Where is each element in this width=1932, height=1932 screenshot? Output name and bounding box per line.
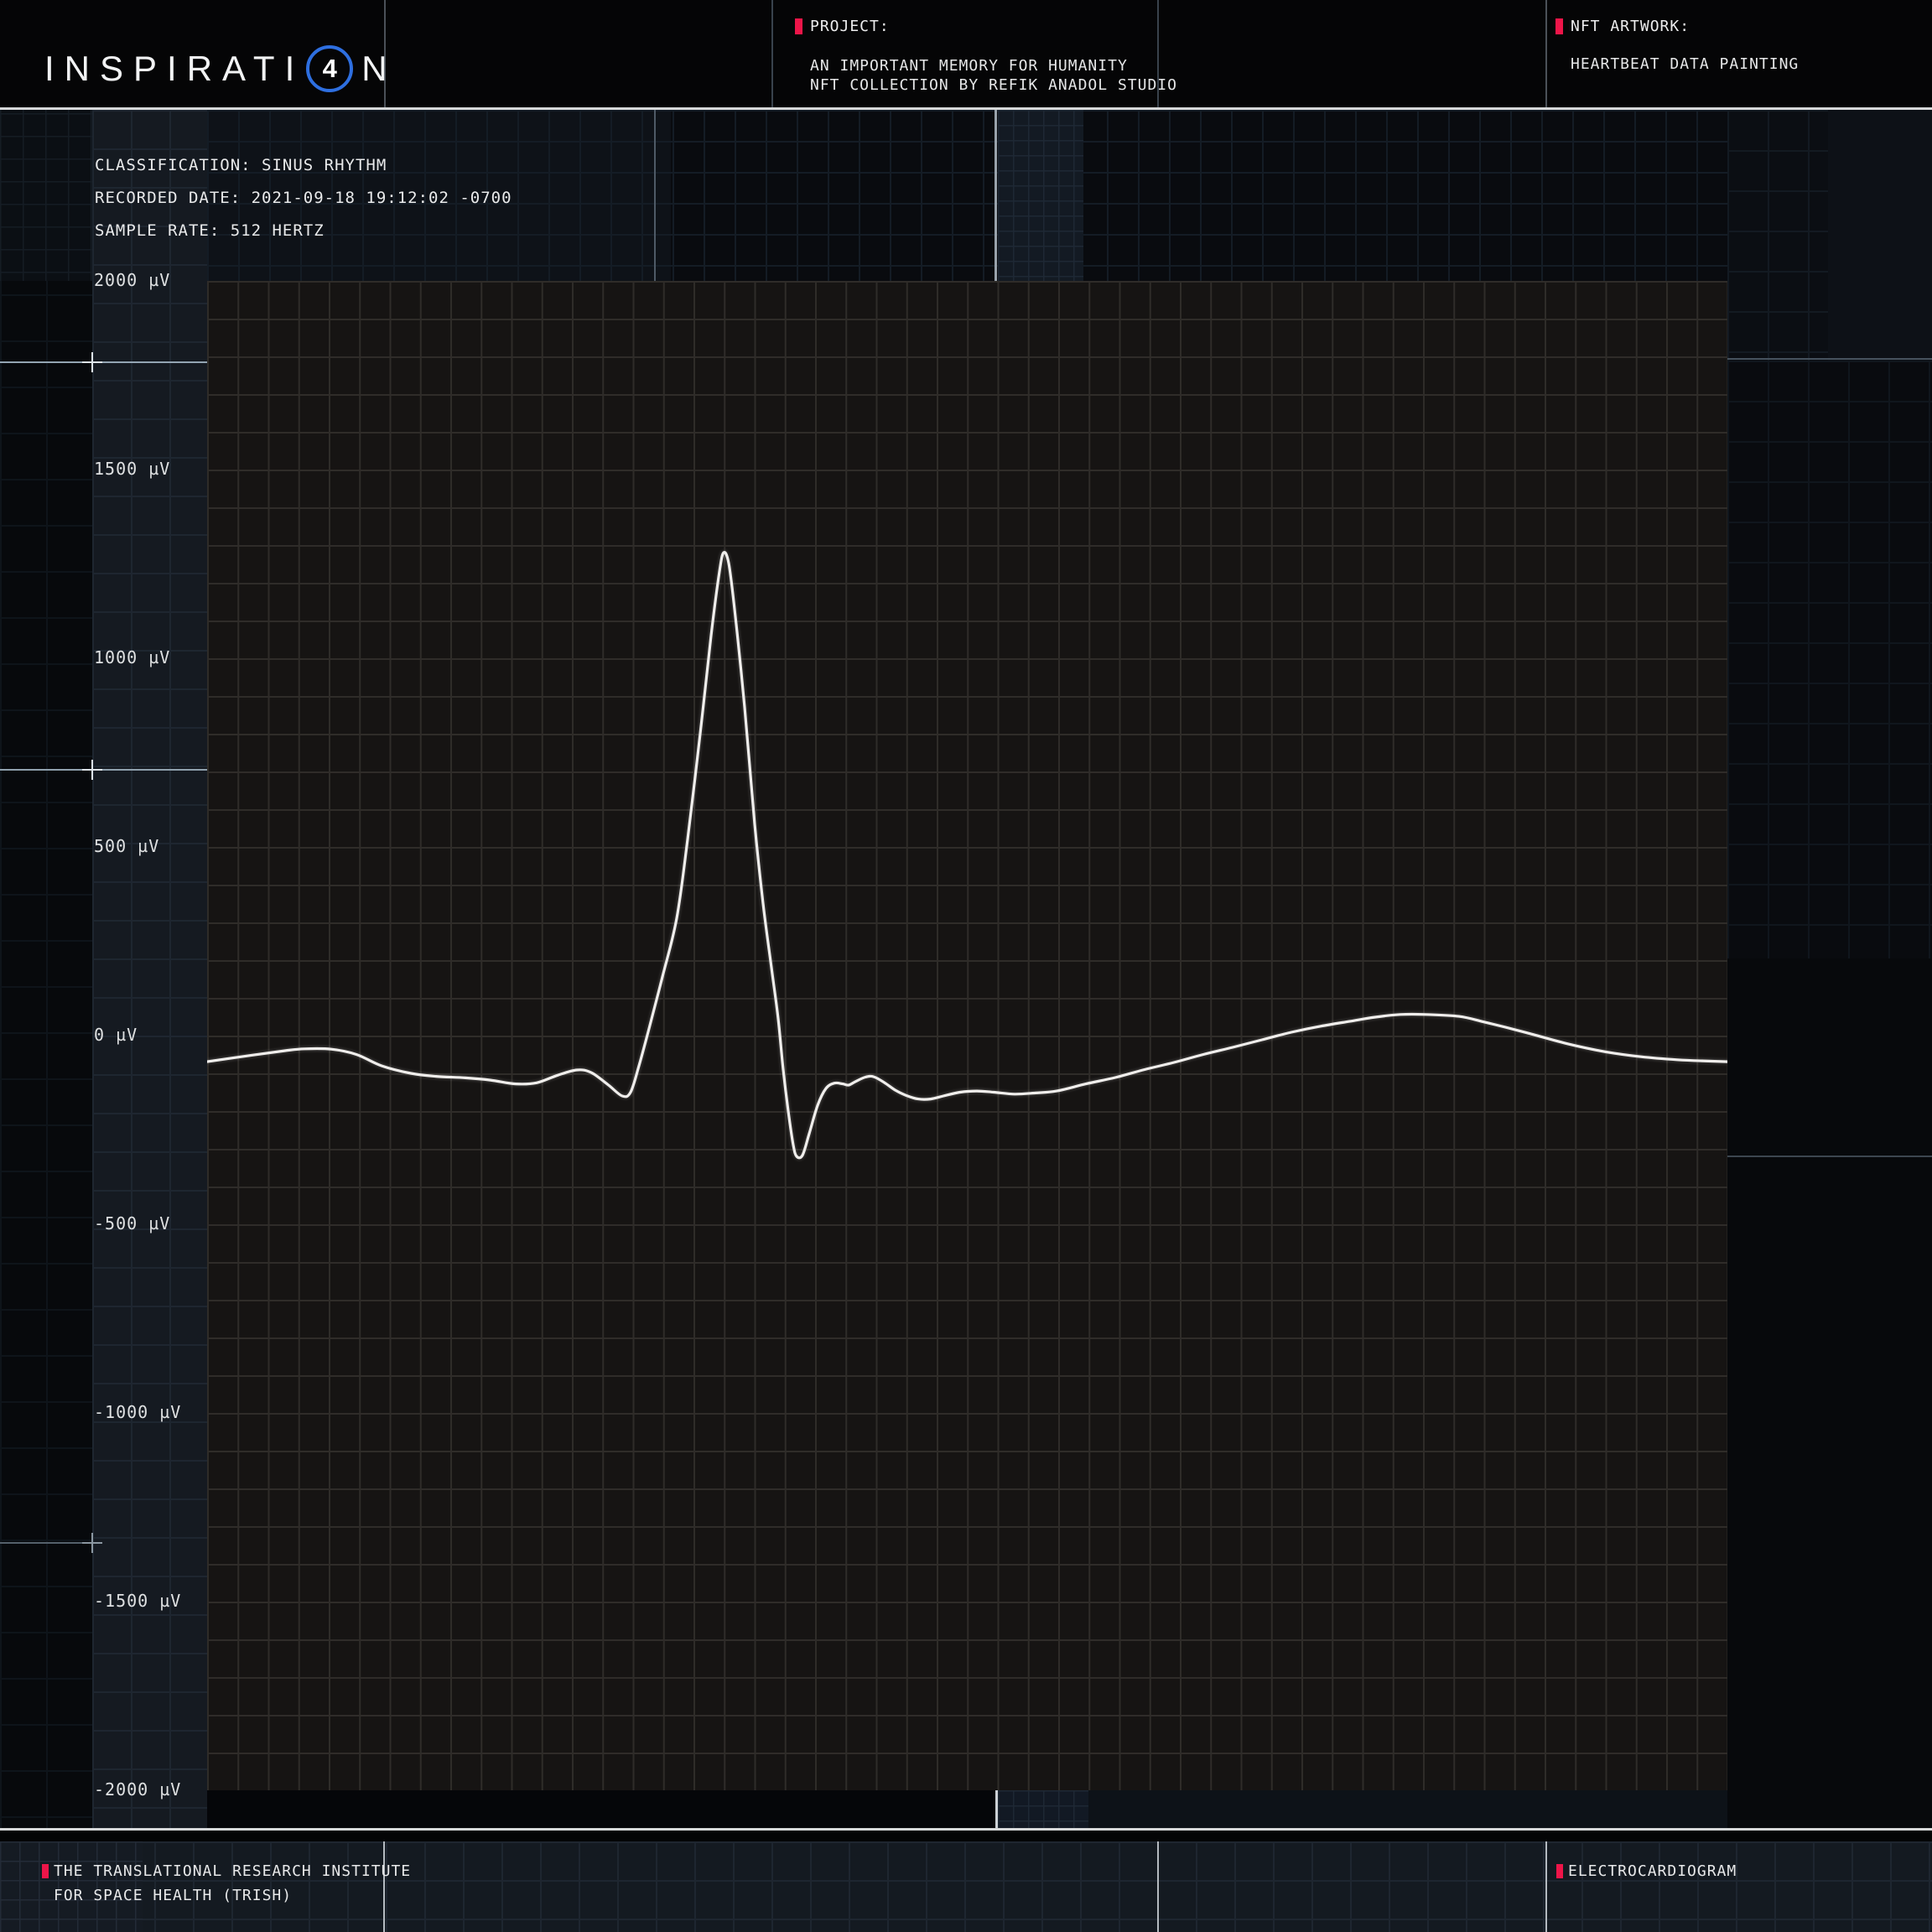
crosshair-marker-1 — [82, 352, 102, 372]
project-line-1: AN IMPORTANT MEMORY FOR HUMANITY — [810, 55, 1128, 76]
institute-accent-bar — [42, 1864, 49, 1878]
right-accent-hline-2 — [1727, 1156, 1932, 1157]
artwork-label: NFT ARTWORK: — [1571, 18, 1690, 35]
institute-line-1: THE TRANSLATIONAL RESEARCH INSTITUTE — [54, 1859, 411, 1883]
y-tick-label: 0 µV — [94, 1025, 138, 1045]
finegrid-panel-below-chart — [998, 1790, 1088, 1828]
background-left-column — [0, 110, 92, 1828]
ecg-trace — [207, 281, 1727, 1790]
sidebar-panel — [92, 110, 207, 1828]
project-accent-bar — [795, 18, 802, 34]
ecg-chart — [207, 281, 1727, 1790]
project-label: PROJECT: — [810, 18, 890, 35]
y-tick-label: 1500 µV — [94, 459, 170, 479]
finegrid-panel-above-chart — [998, 110, 1083, 281]
bright-vline-below-chart — [995, 1787, 998, 1828]
crosshair-line-3 — [0, 1542, 92, 1544]
below-chart-right-panel — [1088, 1790, 1727, 1828]
crosshair-marker-2 — [82, 760, 102, 780]
metadata-block: CLASSIFICATION: SINUS RHYTHM RECORDED DA… — [95, 156, 512, 254]
metadata-sample-rate: SAMPLE RATE: 512 HERTZ — [95, 221, 512, 240]
project-line-2: NFT COLLECTION BY REFIK ANADOL STUDIO — [810, 75, 1177, 96]
header-bar: INSPIRATI 4 N PROJECT: AN IMPORTANT MEMO… — [0, 0, 1932, 107]
logo-text-left: INSPIRATI — [44, 49, 304, 89]
y-tick-label: -1000 µV — [94, 1402, 181, 1422]
logo-text-right: N — [361, 49, 397, 89]
right-grid-band-mid — [1727, 361, 1932, 958]
y-tick-label: -1500 µV — [94, 1591, 181, 1611]
logo-ring-4: 4 — [306, 45, 353, 92]
y-tick-label: 2000 µV — [94, 270, 170, 290]
header-divider-4 — [1545, 0, 1547, 107]
accent-vline-above-chart-1 — [654, 110, 656, 281]
crosshair-line-2 — [0, 769, 207, 771]
metadata-recorded-date: RECORDED DATE: 2021-09-18 19:12:02 -0700 — [95, 189, 512, 207]
footer-black-band — [0, 1831, 1932, 1841]
artwork-accent-bar — [1555, 18, 1563, 34]
right-accent-hline-1 — [1727, 358, 1932, 360]
footer-vline-2 — [1157, 1841, 1159, 1932]
y-tick-label: 1000 µV — [94, 647, 170, 667]
right-light-panel — [1828, 110, 1932, 361]
crosshair-marker-3 — [82, 1533, 102, 1553]
metadata-classification: CLASSIFICATION: SINUS RHYTHM — [95, 156, 512, 174]
y-tick-label: 500 µV — [94, 836, 159, 856]
artwork-canvas: INSPIRATI 4 N PROJECT: AN IMPORTANT MEMO… — [0, 0, 1932, 1932]
y-tick-label: -2000 µV — [94, 1779, 181, 1800]
logo-digit: 4 — [323, 54, 337, 84]
artwork-name: HEARTBEAT DATA PAINTING — [1571, 54, 1799, 75]
header-divider-2 — [771, 0, 773, 107]
institute-line-2: FOR SPACE HEALTH (TRISH) — [54, 1883, 292, 1908]
footer-vline-3 — [1545, 1841, 1547, 1932]
crosshair-line-1 — [0, 361, 207, 363]
artwork-type-label: ELECTROCARDIOGRAM — [1568, 1859, 1737, 1883]
y-tick-label: -500 µV — [94, 1213, 170, 1233]
ecg-accent-bar — [1556, 1864, 1563, 1878]
header-separator-line — [0, 107, 1932, 110]
inspiration4-logo: INSPIRATI 4 N — [44, 45, 397, 92]
accent-vline-above-chart-2 — [995, 110, 997, 281]
footer-vline-1 — [383, 1841, 385, 1932]
